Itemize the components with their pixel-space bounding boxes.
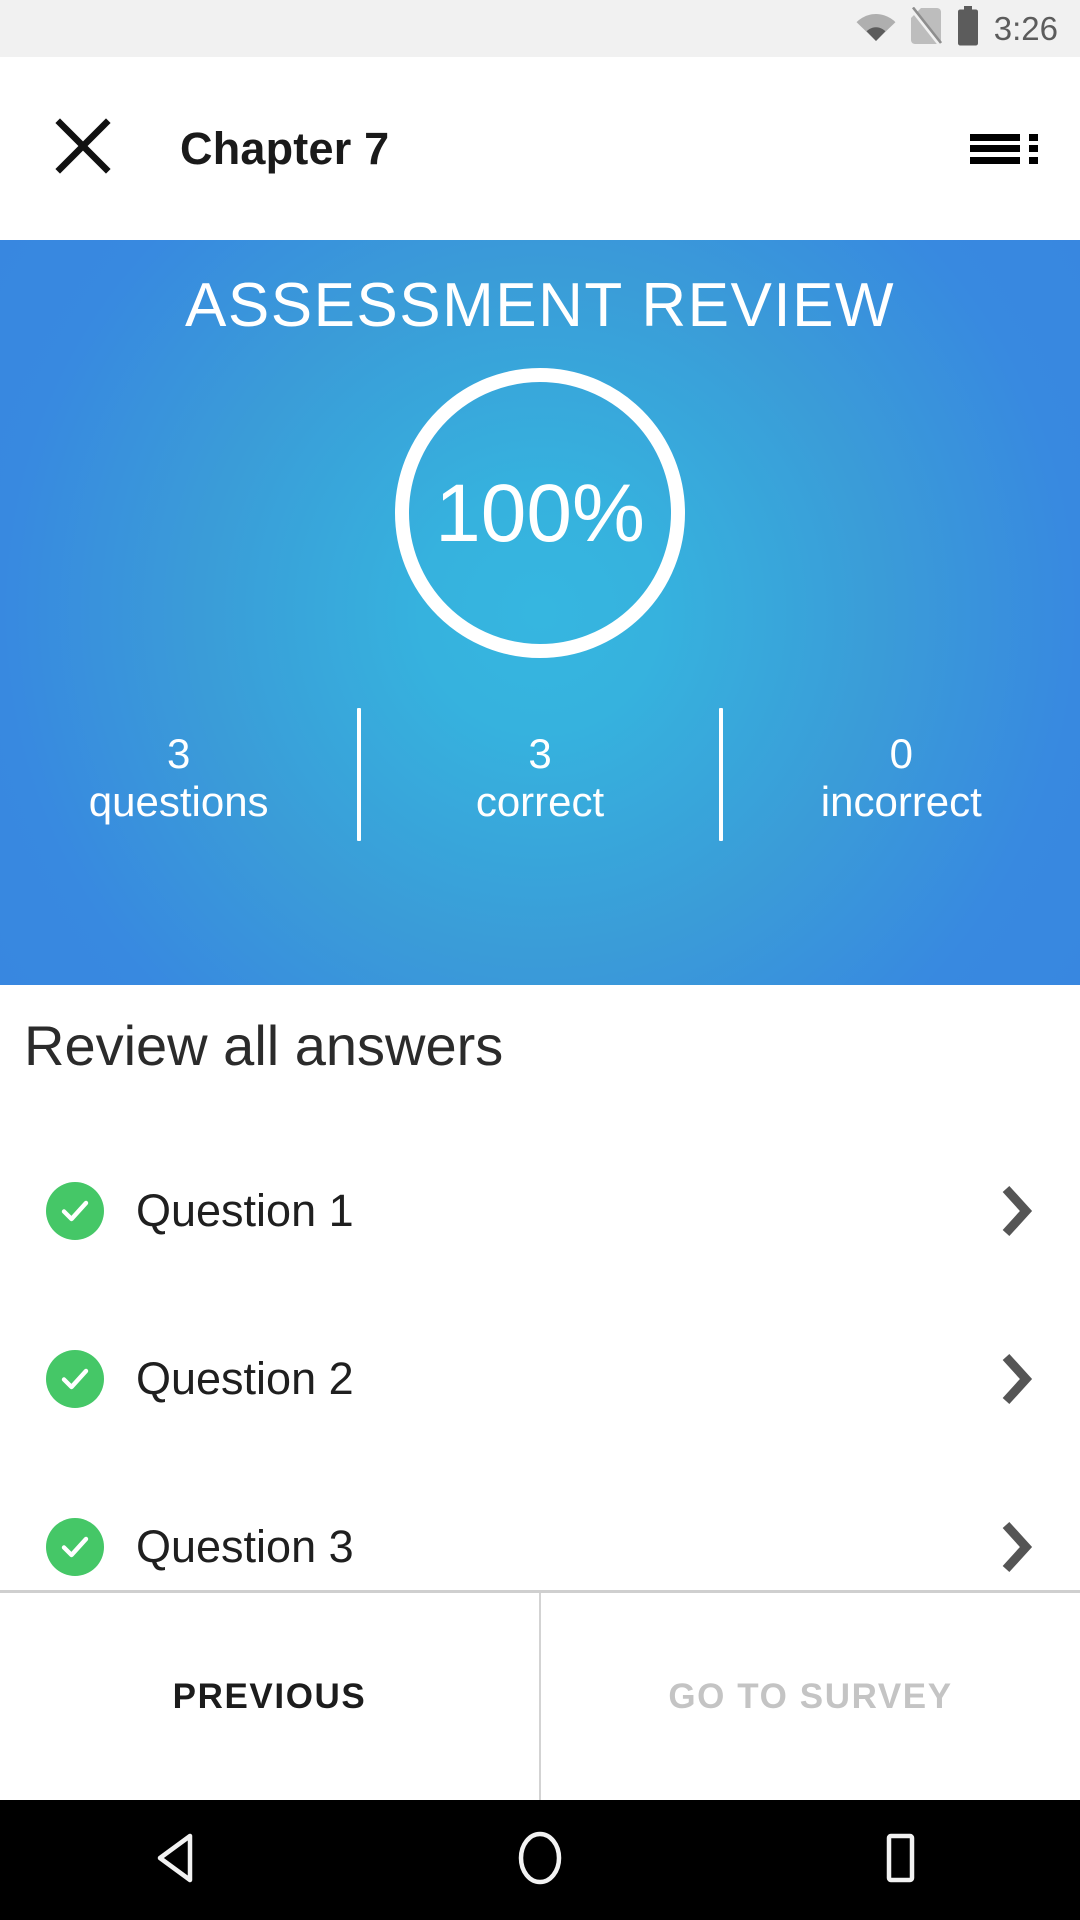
android-navigation-bar <box>0 1800 1080 1920</box>
menu-dot <box>1029 156 1038 164</box>
chevron-right-icon[interactable] <box>988 1351 1044 1407</box>
list-item[interactable]: Question 1 <box>0 1127 1080 1295</box>
stat-label: incorrect <box>820 777 982 825</box>
list-menu-icon <box>970 133 1042 164</box>
battery-full-icon <box>956 6 980 51</box>
stat-number: 3 <box>528 730 552 778</box>
check-circle-icon <box>46 1518 104 1576</box>
menu-bar <box>970 156 1020 164</box>
score-ring: 100% <box>395 368 685 658</box>
close-icon <box>54 117 112 180</box>
chevron-right-icon[interactable] <box>988 1519 1044 1575</box>
chevron-right-icon[interactable] <box>988 1183 1044 1239</box>
stat-label: questions <box>88 777 269 825</box>
stat-questions: 3 questions <box>0 690 357 865</box>
score-percentage: 100% <box>435 468 645 559</box>
check-circle-icon <box>46 1350 104 1408</box>
menu-dot <box>1029 133 1038 141</box>
wifi-icon <box>856 11 896 47</box>
list-item[interactable]: Question 3 <box>0 1463 1080 1590</box>
status-icon-group <box>856 6 980 51</box>
status-bar: 3:26 <box>0 0 1080 57</box>
go-to-survey-button[interactable]: GO TO SURVEY <box>541 1593 1080 1800</box>
stat-number: 3 <box>166 730 191 778</box>
back-triangle-icon <box>154 1830 206 1891</box>
phone-screen: 3:26 Chapter 7 ASSESSMENT REVIEW 100% 3 … <box>0 0 1080 1920</box>
stat-correct: 3 correct <box>361 690 718 865</box>
assessment-summary-panel: ASSESSMENT REVIEW 100% 3 questions 3 cor… <box>0 240 1080 985</box>
stat-number: 0 <box>889 730 913 778</box>
close-button[interactable] <box>28 94 138 204</box>
question-list: Question 1 Question 2 Question 3 <box>0 1127 1080 1590</box>
menu-row <box>970 145 1042 152</box>
nav-home-button[interactable] <box>360 1800 720 1920</box>
page-title: Chapter 7 <box>180 122 390 174</box>
stat-incorrect: 0 incorrect <box>723 690 1080 865</box>
recents-square-icon <box>876 1830 924 1891</box>
question-label: Question 2 <box>136 1353 354 1404</box>
menu-dot <box>1029 145 1038 152</box>
menu-button[interactable] <box>968 111 1044 187</box>
stat-label: correct <box>475 777 605 825</box>
menu-row <box>970 156 1042 164</box>
nav-recents-button[interactable] <box>720 1800 1080 1920</box>
nav-back-button[interactable] <box>0 1800 360 1920</box>
menu-row <box>970 133 1042 141</box>
status-clock: 3:26 <box>993 10 1058 47</box>
question-label: Question 1 <box>136 1185 354 1236</box>
review-list-section: Review all answers Question 1 Question 2… <box>0 985 1080 1590</box>
menu-bar <box>970 133 1020 141</box>
home-circle-icon <box>512 1828 568 1893</box>
stats-row: 3 questions 3 correct 0 incorrect <box>0 690 1080 865</box>
no-sim-icon <box>909 6 942 50</box>
review-heading: Review all answers <box>24 1014 504 1077</box>
bottom-action-bar: PREVIOUS GO TO SURVEY <box>0 1590 1080 1800</box>
menu-bar <box>970 145 1020 152</box>
question-label: Question 3 <box>136 1521 354 1572</box>
assessment-review-title: ASSESSMENT REVIEW <box>185 271 895 340</box>
check-circle-icon <box>46 1182 104 1240</box>
list-item[interactable]: Question 2 <box>0 1295 1080 1463</box>
app-bar: Chapter 7 <box>0 57 1080 240</box>
previous-button[interactable]: PREVIOUS <box>0 1593 539 1800</box>
